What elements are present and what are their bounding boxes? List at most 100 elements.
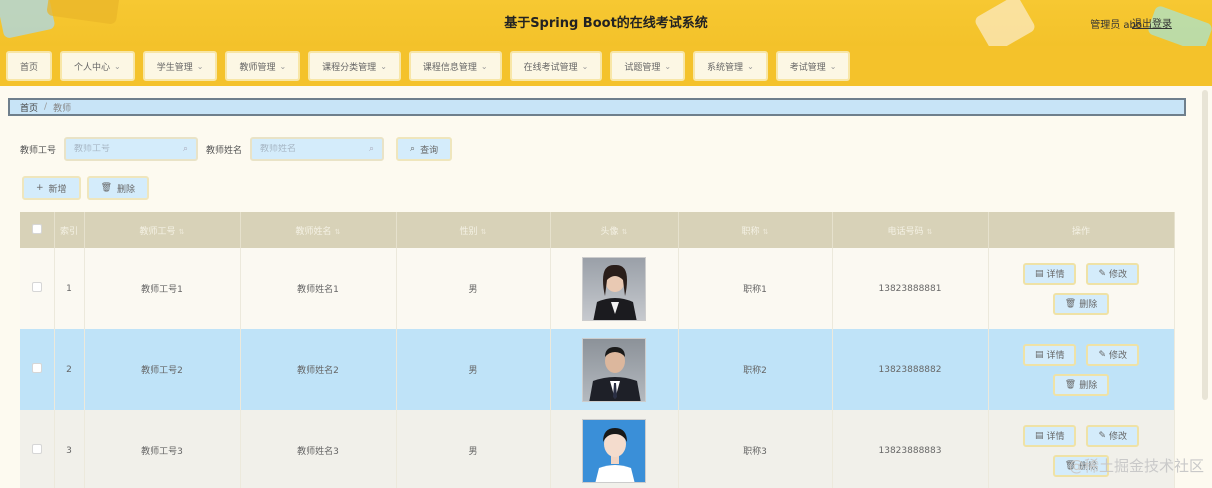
cell-gender: 男 — [396, 410, 551, 488]
add-button[interactable]: + 新增 — [22, 176, 81, 200]
nav-item-question-management[interactable]: 试题管理 ⌄ — [610, 51, 686, 81]
edit-icon: ✎ — [1098, 430, 1107, 441]
table-header-row: 索引 教师工号 ⇅ 教师姓名 ⇅ 性别 ⇅ 头像 ⇅ 职称 ⇅ 电话号码 ⇅ 操作 — [20, 212, 1175, 248]
row-checkbox[interactable] — [31, 363, 42, 373]
query-button-label: 查询 — [420, 145, 439, 156]
nav-item-label: 试题管理 — [624, 62, 661, 73]
trash-icon: 🗑 — [100, 183, 112, 193]
teacher-name-input[interactable] — [260, 144, 361, 154]
nav-item-system-management[interactable]: 系统管理 ⌄ — [693, 51, 768, 81]
logout-link[interactable]: 退出登录 — [1132, 15, 1172, 30]
search-icon: ⌕ — [182, 144, 189, 154]
cell-index: 1 — [54, 248, 85, 329]
cell-gender: 男 — [396, 248, 551, 329]
edit-button[interactable]: ✎ 修改 — [1086, 424, 1140, 447]
nav-item-online-exam[interactable]: 在线考试管理 ⌄ — [509, 51, 603, 81]
teacher-id-label: 教师工号 — [20, 145, 57, 156]
teacher-id-input[interactable] — [74, 144, 175, 154]
row-checkbox[interactable] — [31, 444, 42, 454]
action-toolbar: + 新增 🗑 删除 — [22, 176, 150, 200]
detail-button[interactable]: ▤ 详情 — [1022, 343, 1077, 366]
sort-icon: ⇅ — [762, 227, 769, 236]
chevron-down-icon: ⌄ — [196, 61, 204, 71]
select-all-checkbox[interactable] — [31, 223, 42, 234]
col-header-operations: 操作 — [988, 212, 1175, 248]
delete-button[interactable]: 🗑 删除 — [1052, 373, 1110, 396]
batch-delete-button[interactable]: 🗑 删除 — [86, 176, 150, 200]
nav-item-course-info[interactable]: 课程信息管理 ⌄ — [408, 51, 502, 81]
nav-item-label: 考试管理 — [789, 62, 826, 73]
nav-item-home[interactable]: 首页 — [6, 51, 53, 81]
chevron-down-icon: ⌄ — [380, 61, 387, 71]
cell-title: 职称1 — [678, 248, 833, 329]
table-row: 3 教师工号3 教师姓名3 男 职称3 13823888883 ▤ 详情 ✎ 修… — [20, 410, 1175, 488]
main-nav: 首页 个人中心 ⌄ 学生管理 ⌄ 教师管理 ⌄ 课程分类管理 ⌄ 课程信息管理 ⌄ 在线考… — [0, 46, 1212, 86]
avatar-portrait — [595, 427, 635, 482]
chevron-down-icon: ⌄ — [114, 61, 121, 71]
col-header-avatar[interactable]: 头像 ⇅ — [550, 212, 679, 248]
breadcrumb-home[interactable]: 首页 — [20, 101, 38, 114]
cell-gender: 男 — [396, 329, 551, 410]
table-row: 1 教师工号1 教师姓名1 男 职称1 13823888881 ▤ 详情 ✎ 修… — [20, 248, 1175, 329]
app-header: 基于Spring Boot的在线考试系统 管理员 abo 退出登录 — [0, 0, 1212, 46]
cell-teacher-name: 教师姓名1 — [240, 248, 397, 329]
trash-icon: 🗑 — [1064, 379, 1077, 390]
edit-button[interactable]: ✎ 修改 — [1086, 343, 1140, 366]
cell-phone: 13823888881 — [832, 248, 989, 329]
teacher-name-label: 教师姓名 — [206, 145, 243, 156]
search-form: 教师工号 ⌕ 教师姓名 ⌕ ⌕ 查询 — [20, 136, 453, 162]
detail-button[interactable]: ▤ 详情 — [1022, 262, 1077, 285]
col-header-teacher-id[interactable]: 教师工号 ⇅ — [84, 212, 241, 248]
row-operations: ▤ 详情 ✎ 修改 🗑 删除 — [989, 262, 1174, 315]
sort-icon: ⇅ — [621, 227, 628, 236]
cell-teacher-name: 教师姓名3 — [240, 410, 397, 488]
chevron-down-icon: ⌄ — [279, 61, 287, 71]
document-icon: ▤ — [1034, 349, 1044, 360]
sort-icon: ⇅ — [334, 227, 341, 236]
cell-title: 职称3 — [678, 410, 833, 488]
nav-item-label: 课程分类管理 — [322, 62, 377, 73]
col-header-phone[interactable]: 电话号码 ⇅ — [832, 212, 989, 248]
document-icon: ▤ — [1034, 268, 1044, 279]
nav-item-student-management[interactable]: 学生管理 ⌄ — [142, 51, 218, 81]
delete-button[interactable]: 🗑 删除 — [1052, 292, 1110, 315]
row-checkbox[interactable] — [31, 282, 42, 292]
nav-item-exam-management[interactable]: 考试管理 ⌄ — [775, 51, 851, 81]
edit-button[interactable]: ✎ 修改 — [1086, 262, 1140, 285]
nav-item-label: 个人中心 — [74, 62, 111, 73]
nav-item-label: 系统管理 — [707, 62, 744, 73]
chevron-down-icon: ⌄ — [747, 61, 754, 71]
edit-icon: ✎ — [1098, 349, 1107, 360]
edit-icon: ✎ — [1098, 268, 1107, 279]
sort-icon: ⇅ — [926, 227, 933, 236]
cell-teacher-id: 教师工号1 — [84, 248, 241, 329]
col-header-index[interactable]: 索引 — [54, 212, 85, 248]
detail-button[interactable]: ▤ 详情 — [1022, 424, 1077, 447]
search-icon: ⌕ — [410, 144, 416, 154]
page-scrollbar[interactable] — [1202, 90, 1208, 400]
avatar — [582, 418, 646, 483]
nav-item-label: 课程信息管理 — [422, 62, 477, 73]
chevron-down-icon: ⌄ — [480, 61, 488, 71]
breadcrumb-current: 教师 — [53, 103, 72, 114]
col-header-gender[interactable]: 性别 ⇅ — [396, 212, 551, 248]
avatar — [582, 337, 646, 402]
nav-item-course-category[interactable]: 课程分类管理 ⌄ — [308, 51, 401, 81]
nav-item-label: 首页 — [20, 62, 39, 73]
cell-title: 职称2 — [678, 329, 833, 410]
cell-phone: 13823888882 — [832, 329, 989, 410]
document-icon: ▤ — [1034, 430, 1044, 441]
nav-item-personal-center[interactable]: 个人中心 ⌄ — [60, 51, 135, 81]
query-button[interactable]: ⌕ 查询 — [396, 137, 453, 161]
batch-delete-label: 删除 — [117, 184, 136, 195]
teacher-id-field: ⌕ — [64, 137, 199, 161]
avatar-portrait — [593, 264, 637, 320]
row-operations: ▤ 详情 ✎ 修改 🗑 删除 — [989, 343, 1174, 396]
nav-item-label: 学生管理 — [156, 62, 193, 73]
nav-item-teacher-management[interactable]: 教师管理 ⌄ — [225, 51, 301, 81]
sort-icon: ⇅ — [480, 227, 487, 236]
col-header-teacher-name[interactable]: 教师姓名 ⇅ — [240, 212, 397, 248]
col-header-title[interactable]: 职称 ⇅ — [678, 212, 833, 248]
chevron-down-icon: ⌄ — [829, 61, 837, 71]
chevron-down-icon: ⌄ — [581, 61, 589, 71]
